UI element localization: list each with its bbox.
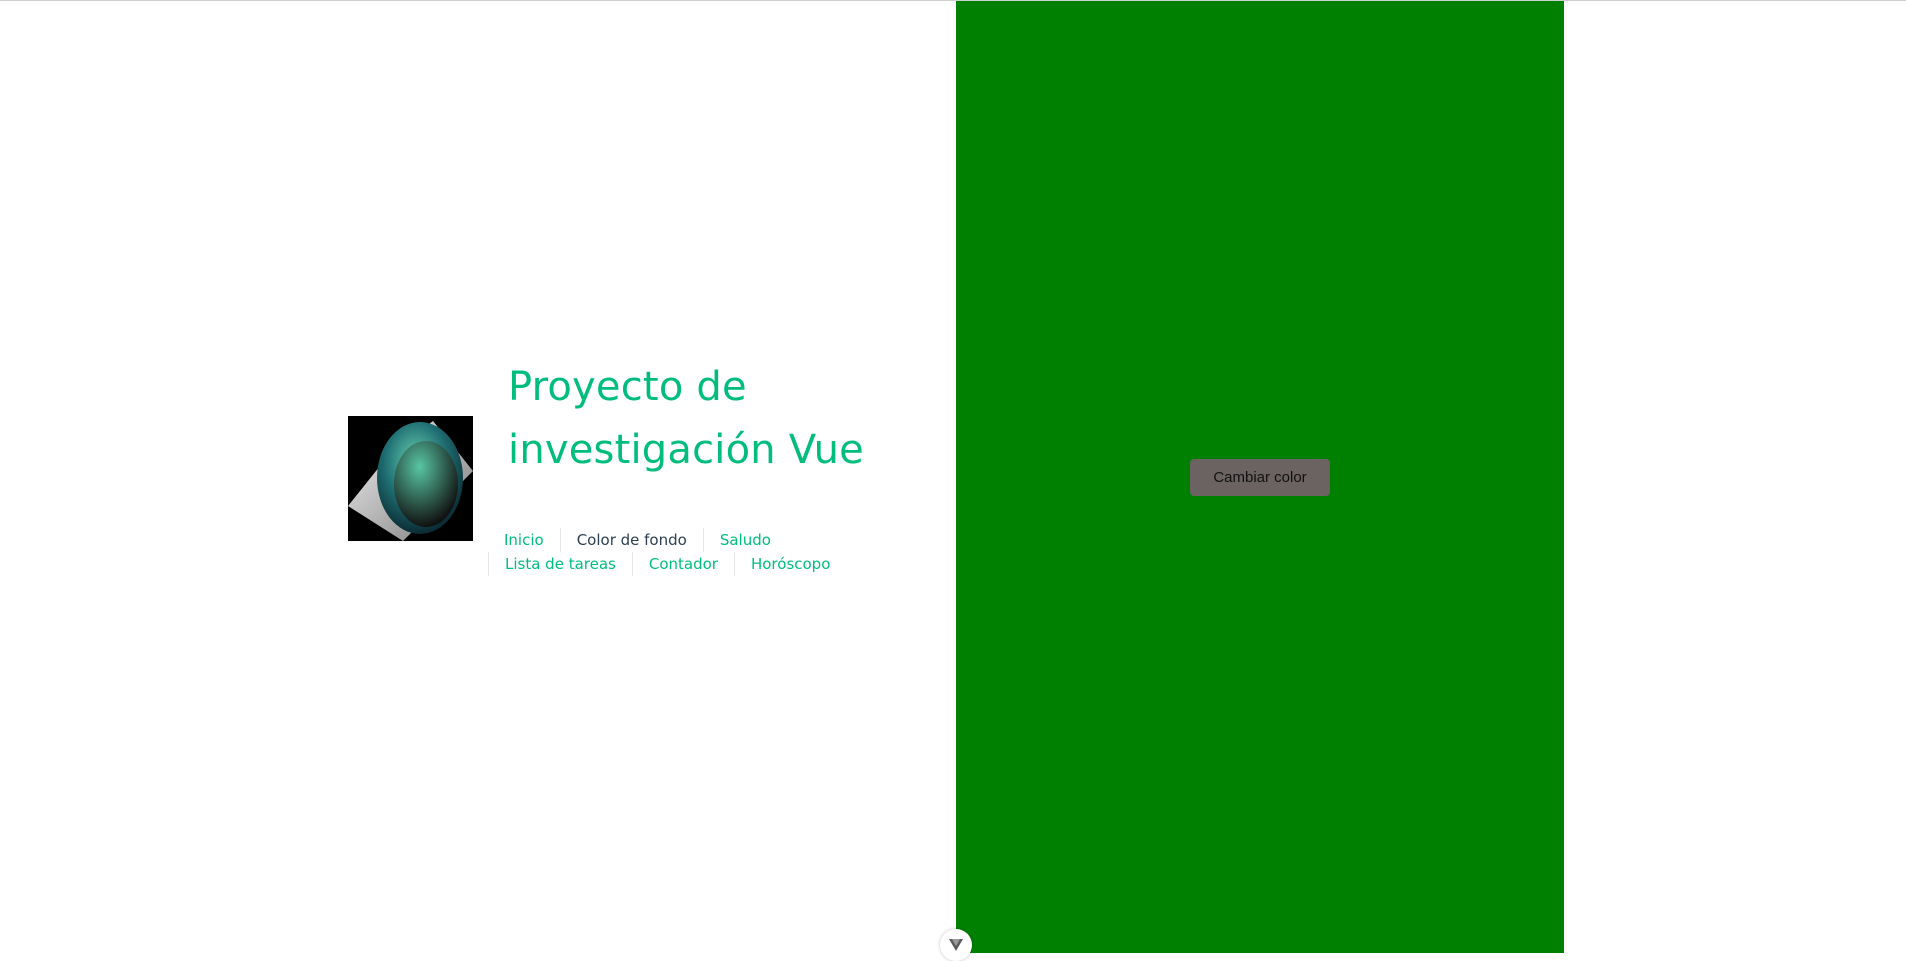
app-header: Proyecto de investigación Vue Inicio Colo… bbox=[0, 1, 956, 953]
nav-link-color-de-fondo[interactable]: Color de fondo bbox=[559, 528, 703, 552]
change-color-button[interactable]: Cambiar color bbox=[1190, 459, 1330, 496]
page-title: Proyecto de investigación Vue bbox=[508, 364, 864, 473]
vue-sphere-logo-icon bbox=[348, 416, 473, 541]
nav-link-inicio[interactable]: Inicio bbox=[488, 528, 560, 552]
nav-link-saludo[interactable]: Saludo bbox=[702, 528, 787, 552]
main-nav: Inicio Color de fondo Saludo Lista de tare… bbox=[488, 528, 848, 576]
nav-row-2: Lista de tareas Contador Horóscopo bbox=[488, 552, 848, 576]
nav-link-horoscopo[interactable]: Horóscopo bbox=[733, 552, 846, 576]
vue-devtools-toggle[interactable] bbox=[940, 929, 972, 961]
vue-devtools-chevron-icon bbox=[949, 939, 963, 951]
nav-link-lista-de-tareas[interactable]: Lista de tareas bbox=[488, 552, 632, 576]
nav-row-1: Inicio Color de fondo Saludo bbox=[488, 528, 848, 552]
nav-link-contador[interactable]: Contador bbox=[631, 552, 734, 576]
